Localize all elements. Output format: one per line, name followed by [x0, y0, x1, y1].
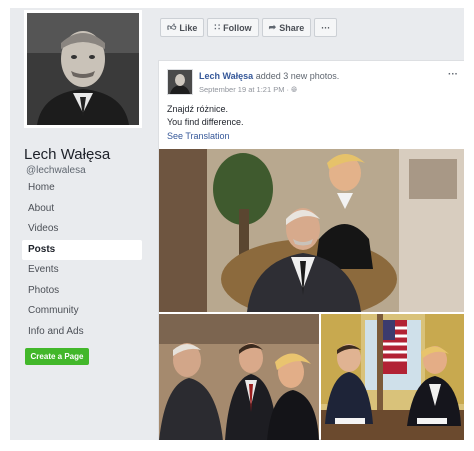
post-author-link[interactable]: Lech Wałęsa: [199, 71, 253, 81]
page-action-bar: 👍︎ Like ∷ Follow ➦ Share ···: [160, 18, 338, 37]
like-label: Like: [179, 22, 198, 33]
post-photo-bottom-left[interactable]: [159, 314, 319, 440]
post-text-line-1: Znajdź różnice.: [167, 104, 229, 114]
more-button[interactable]: ···: [314, 18, 338, 37]
photo-two-men-office: [159, 149, 464, 312]
more-label: ···: [321, 22, 331, 33]
sidebar-item-about[interactable]: About: [22, 199, 142, 220]
create-page-button[interactable]: Create a Page: [25, 348, 89, 365]
profile-photo-image: [27, 13, 139, 125]
page-name: Lech Wałęsa: [24, 146, 111, 163]
post-photo-grid: [159, 149, 464, 440]
follow-label: Follow: [223, 22, 252, 33]
rss-icon: ∷: [214, 22, 221, 32]
sidebar-item-posts[interactable]: Posts: [22, 239, 142, 260]
post-photo-bottom-right[interactable]: [321, 314, 464, 440]
post-text: Znajdź różnice. You find difference.: [167, 103, 244, 129]
like-button[interactable]: 👍︎ Like: [160, 18, 205, 37]
post-action-text: added 3 new photos.: [253, 71, 340, 81]
sidebar-item-home[interactable]: Home: [22, 178, 142, 199]
sidebar-item-info-and-ads[interactable]: Info and Ads: [22, 322, 142, 343]
see-translation-link[interactable]: See Translation: [167, 131, 230, 141]
sidebar-item-community[interactable]: Community: [22, 301, 142, 322]
page-handle: @lechwalesa: [26, 165, 86, 176]
post-author-avatar[interactable]: [167, 69, 193, 95]
photo-oval-office-signing: [321, 314, 464, 440]
sidebar-item-videos[interactable]: Videos: [22, 219, 142, 240]
share-button[interactable]: ➦ Share: [261, 18, 312, 37]
post-options-button[interactable]: ···: [448, 69, 458, 80]
post-card: Lech Wałęsa added 3 new photos. Septembe…: [158, 60, 464, 440]
photo-three-men-meeting: [159, 314, 319, 440]
thumbs-up-icon: 👍︎: [167, 22, 177, 32]
post-photo-main[interactable]: [159, 149, 464, 312]
post-header: Lech Wałęsa added 3 new photos.: [199, 71, 339, 81]
globe-icon: 🌐︎: [291, 85, 298, 94]
avatar-image: [168, 70, 192, 94]
share-arrow-icon: ➦: [268, 22, 277, 32]
post-date-text: September 19 at 1:21 PM ·: [199, 85, 292, 94]
profile-picture[interactable]: [24, 10, 142, 128]
post-text-line-2: You find difference.: [167, 117, 244, 127]
follow-button[interactable]: ∷ Follow: [207, 18, 259, 37]
sidebar-nav: Home About Videos Posts Events Photos Co…: [22, 178, 142, 342]
post-timestamp[interactable]: September 19 at 1:21 PM · 🌐︎: [199, 85, 297, 95]
sidebar: Lech Wałęsa @lechwalesa Home About Video…: [10, 8, 150, 440]
facebook-page: Lech Wałęsa @lechwalesa Home About Video…: [10, 8, 464, 440]
sidebar-item-events[interactable]: Events: [22, 260, 142, 281]
sidebar-item-photos[interactable]: Photos: [22, 281, 142, 302]
share-label: Share: [279, 22, 305, 33]
